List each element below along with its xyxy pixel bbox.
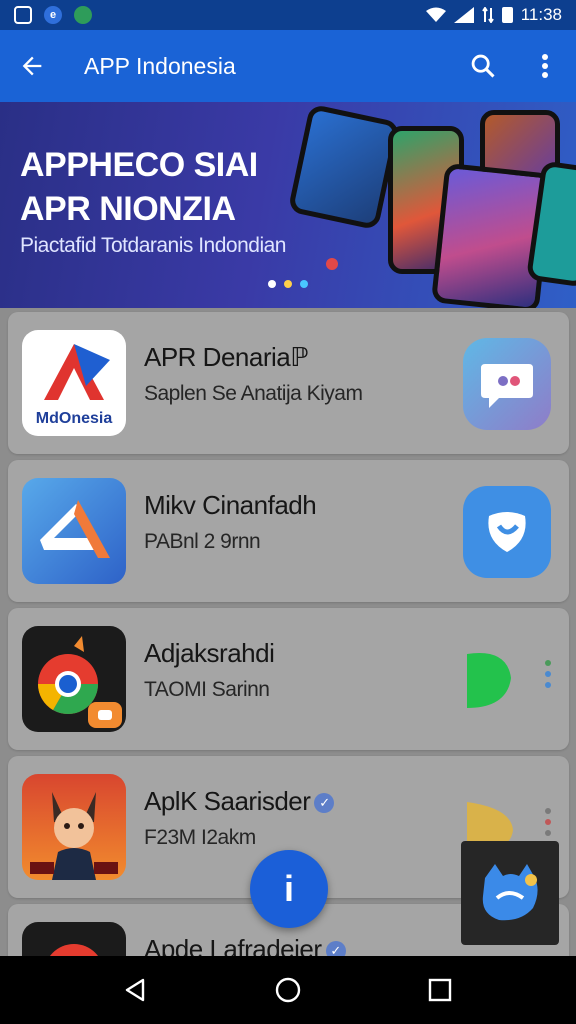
search-button[interactable] — [452, 30, 514, 102]
messenger-icon[interactable] — [463, 486, 551, 578]
app-icon-adjak — [22, 626, 126, 732]
app-icon-indonesia: MdOnesia — [22, 330, 126, 436]
verified-badge-icon: ✓ — [314, 793, 335, 814]
overflow-menu-button[interactable] — [514, 30, 576, 102]
system-nav-bar — [0, 956, 576, 1024]
chat-bubble-icon[interactable] — [463, 338, 551, 430]
app-name: APR Denariaℙ — [144, 342, 308, 372]
gallery-notification-icon — [14, 6, 32, 24]
browser-notification-icon: e — [44, 6, 62, 24]
nav-home-icon — [275, 977, 301, 1003]
nav-back-button[interactable] — [106, 960, 166, 1020]
app-subtitle: F23M I2akm — [144, 826, 256, 849]
status-bar: e 11:38 — [0, 0, 576, 30]
decor-dot — [326, 258, 338, 270]
data-icon — [481, 7, 494, 23]
decor-dot — [300, 280, 308, 288]
verified-badge-icon: ✓ — [325, 941, 346, 956]
list-item[interactable]: Mikv Cinanfadh PABnl 2 9rnn — [8, 460, 569, 602]
search-icon — [471, 54, 495, 78]
phone-illustration — [287, 103, 401, 231]
app-icon-label: MdOnesia — [35, 410, 113, 427]
battery-icon — [501, 7, 513, 23]
list-item[interactable]: Adjaksrahdi TAOMI Sarinn — [8, 608, 569, 750]
page-title: APP Indonesia — [84, 52, 236, 79]
more-vert-icon — [542, 54, 548, 78]
banner-headline-2: APR NIONZIA — [20, 190, 236, 228]
signal-icon — [453, 7, 474, 23]
banner-subtitle: Piactafid Totdaranis Indondian — [20, 234, 286, 257]
nav-home-button[interactable] — [258, 960, 318, 1020]
wifi-icon — [425, 7, 446, 22]
nav-back-icon — [125, 978, 145, 1002]
item-menu-button[interactable] — [545, 660, 551, 688]
floating-assistant-widget[interactable] — [461, 841, 559, 945]
nav-recents-button[interactable] — [410, 960, 470, 1020]
decor-dot — [284, 280, 292, 288]
app-icon-mikv — [22, 478, 126, 584]
app-bar: APP Indonesia — [0, 30, 576, 102]
app-name: AplK Saarisder ✓ — [144, 786, 335, 817]
info-icon: i — [283, 868, 294, 909]
app-icon-saarisder — [22, 774, 126, 880]
status-time: 11:38 — [520, 5, 562, 24]
app-name: Apde Lafradeier ✓ — [144, 934, 346, 956]
app-subtitle: Saplen Se Anatija Kiyam — [144, 382, 363, 405]
app-name: Adjaksrahdi — [144, 638, 275, 668]
arrow-back-icon — [22, 56, 42, 76]
app-subtitle: PABnl 2 9rnn — [144, 530, 261, 553]
cat-assistant-icon — [482, 864, 538, 921]
app-notification-icon — [74, 6, 92, 24]
info-fab-button[interactable]: i — [250, 850, 328, 928]
banner-headline-1: APPHECO SIAI — [20, 146, 258, 184]
list-item[interactable]: MdOnesia APR Denariaℙ Saplen Se Anatija … — [8, 312, 569, 454]
back-button[interactable] — [0, 30, 64, 102]
green-chat-icon[interactable] — [447, 634, 535, 726]
decor-dot — [268, 280, 276, 288]
app-subtitle: TAOMI Sarinn — [144, 678, 270, 701]
app-name: Mikv Cinanfadh — [144, 490, 317, 520]
app-icon-lafradeier — [22, 922, 126, 956]
item-menu-button[interactable] — [545, 808, 551, 836]
promo-banner[interactable]: APPHECO SIAI APR NIONZIA Piactafid Totda… — [0, 102, 576, 308]
nav-recents-icon — [428, 978, 452, 1002]
